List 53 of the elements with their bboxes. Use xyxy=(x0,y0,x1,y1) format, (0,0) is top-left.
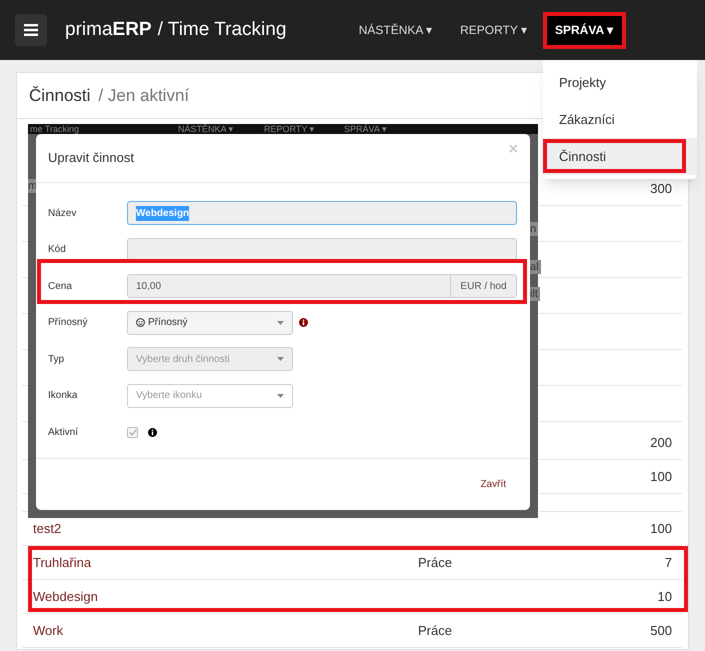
select-placeholder: Vyberte ikonku xyxy=(136,389,202,404)
caret-icon xyxy=(277,357,284,362)
activity-name[interactable]: Truhlařina xyxy=(33,552,418,572)
unit-label: EUR / hod xyxy=(451,274,517,298)
field-label: Cena xyxy=(48,280,73,294)
brand-name-bold: ERP xyxy=(112,18,152,42)
inset-text-fragment: al xyxy=(530,260,541,274)
select-value: Přínosný xyxy=(148,316,188,330)
table-cell-text: 10 xyxy=(658,588,672,606)
close-button[interactable]: Zavřít xyxy=(480,477,506,492)
field-label: Aktivní xyxy=(48,426,80,440)
field-label: Přínosný xyxy=(48,316,88,330)
nav-menu-item[interactable]: REPORTY ▾ xyxy=(450,15,537,45)
inset-nav-text: me Tracking xyxy=(30,124,80,134)
text-field[interactable] xyxy=(127,238,517,262)
table-cell-text: 100 xyxy=(650,520,672,538)
menu-button[interactable] xyxy=(15,14,47,46)
checkbox[interactable] xyxy=(127,426,138,438)
inset-text-fragment: n xyxy=(530,222,538,236)
activity-name[interactable]: test2 xyxy=(33,518,418,538)
modal-title: Upravit činnost xyxy=(48,149,134,168)
app-title: / Time Tracking xyxy=(158,18,286,42)
activity-name[interactable]: Work xyxy=(33,620,418,640)
field-label: Typ xyxy=(48,352,66,367)
table-cell-text: Práce xyxy=(418,622,453,640)
field-label: Kód xyxy=(48,243,67,258)
table-cell-text: 200 xyxy=(650,434,672,452)
select-placeholder: Vyberte druh činnosti xyxy=(136,352,230,367)
inset-nav-text: REPORTY ▾ xyxy=(264,124,315,134)
inset-nav-text: SPRÁVA ▾ xyxy=(344,124,387,134)
field-label: Název xyxy=(48,206,78,221)
nav-menu-item[interactable]: NÁSTĚNKA ▾ xyxy=(348,15,442,45)
dropdown-item[interactable]: Projekty xyxy=(543,64,697,101)
activity-name[interactable]: Webdesign xyxy=(33,586,418,606)
price-field[interactable]: 10,00 xyxy=(127,274,451,298)
menu-icon xyxy=(24,24,38,36)
table-cell-text: 300 xyxy=(650,180,672,198)
table-cell-text: 500 xyxy=(650,622,672,640)
table-cell-text: 7 xyxy=(664,554,672,572)
caret-icon xyxy=(277,394,284,398)
smiley-icon xyxy=(136,318,145,328)
caret-icon xyxy=(277,320,284,325)
inset-text-fragment: ilt xyxy=(530,287,540,301)
table-cell-text: 100 xyxy=(650,468,672,486)
field-label: Ikonka xyxy=(48,389,78,404)
select-field[interactable]: Přínosný xyxy=(127,310,293,335)
inset-nav-text: NÁSTĚNKA ▾ xyxy=(178,124,234,134)
dropdown-item[interactable]: Zákazníci xyxy=(543,101,697,138)
field-value: Webdesign xyxy=(136,206,190,221)
breadcrumb-item[interactable]: Činnosti xyxy=(29,82,90,108)
brand-name: prima xyxy=(65,18,113,42)
breadcrumb-item: / Jen aktivní xyxy=(98,84,190,107)
table-cell-text: Práce xyxy=(418,554,453,572)
